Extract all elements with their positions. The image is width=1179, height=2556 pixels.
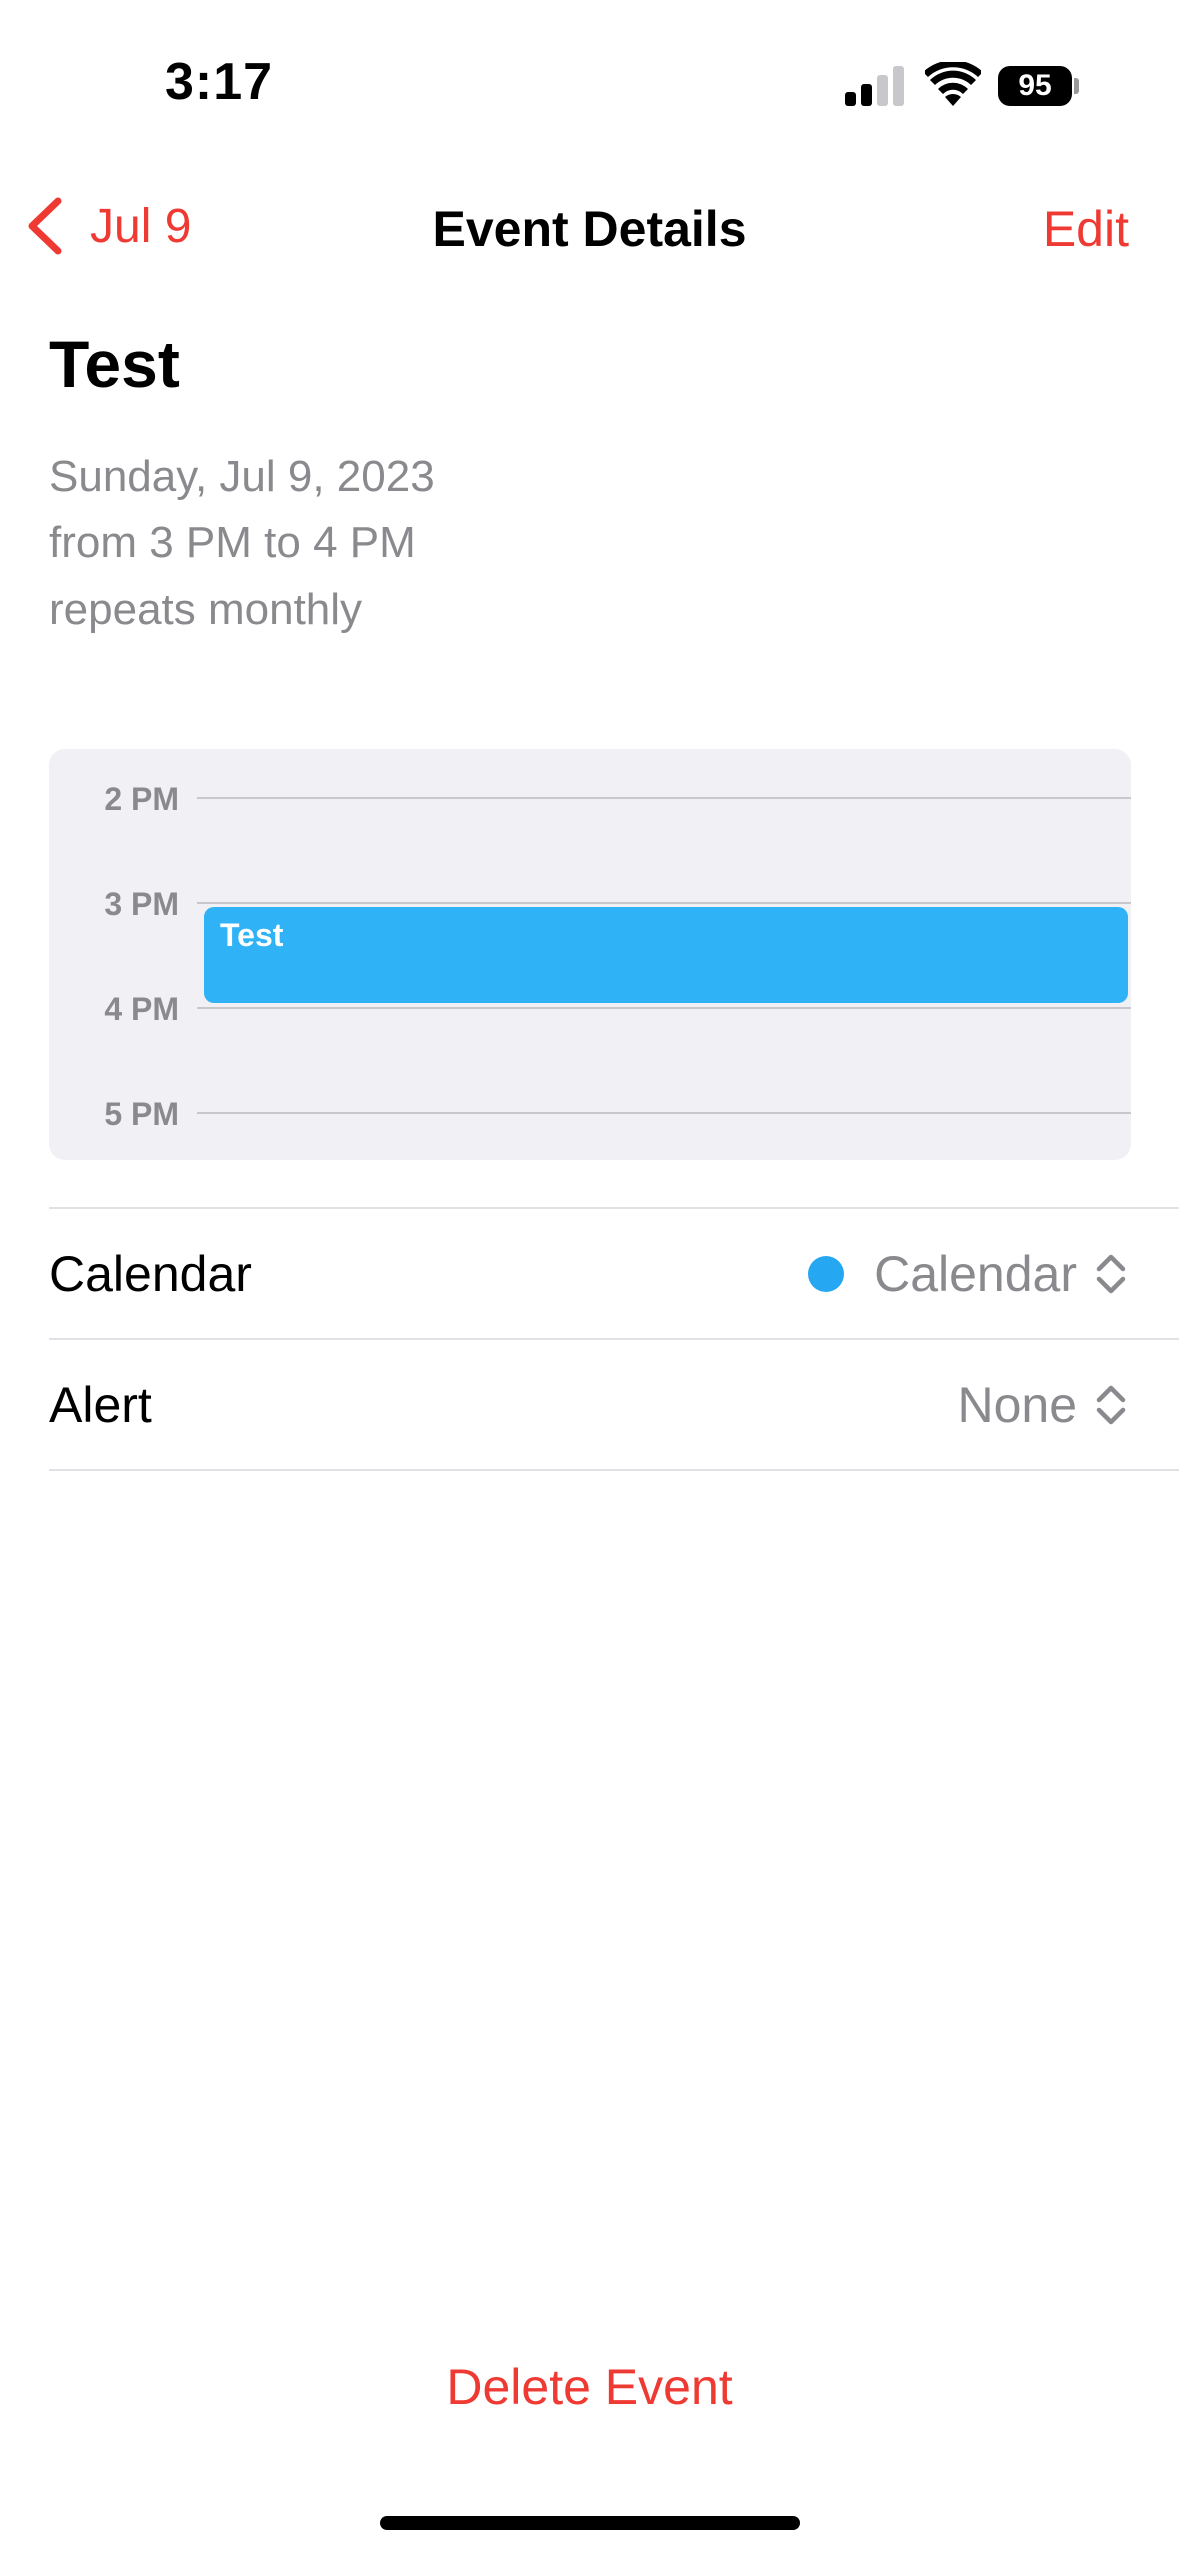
divider: [49, 1338, 1179, 1340]
wifi-icon: [925, 62, 981, 106]
hour-line: [197, 902, 1131, 904]
page-title: Event Details: [432, 201, 747, 257]
hour-line: [197, 1007, 1131, 1009]
hour-line: [197, 1112, 1131, 1114]
hour-label: 2 PM: [104, 781, 179, 817]
cellular-signal-icon: [845, 66, 904, 106]
event-date: Sunday, Jul 9, 2023: [49, 452, 435, 501]
edit-button[interactable]: Edit: [1043, 200, 1129, 258]
chevron-up-down-icon: [1096, 1254, 1126, 1294]
home-indicator[interactable]: [380, 2516, 800, 2530]
event-time-range: from 3 PM to 4 PM: [49, 518, 416, 567]
event-title: Test: [49, 327, 180, 401]
calendar-picker[interactable]: Calendar: [808, 1245, 1129, 1303]
divider: [49, 1207, 1179, 1209]
hour-label: 5 PM: [104, 1096, 179, 1132]
delete-event-button[interactable]: Delete Event: [0, 2358, 1179, 2416]
alert-value: None: [957, 1377, 1077, 1433]
hour-line: [197, 797, 1131, 799]
event-block[interactable]: Test: [204, 907, 1128, 1003]
battery-level: 95: [998, 66, 1072, 106]
chevron-up-down-icon: [1096, 1385, 1126, 1425]
status-time: 3:17: [165, 53, 274, 111]
calendar-color-dot: [808, 1256, 845, 1292]
alert-picker[interactable]: None: [957, 1376, 1129, 1434]
day-timeline-preview[interactable]: 2 PM 3 PM 4 PM 5 PM Test: [49, 749, 1131, 1160]
calendar-row-label: Calendar: [49, 1246, 252, 1302]
battery-icon: 95: [998, 66, 1080, 106]
divider: [49, 1469, 1179, 1471]
calendar-value: Calendar: [874, 1246, 1077, 1302]
alert-row-label: Alert: [49, 1377, 152, 1433]
hour-label: 3 PM: [104, 886, 179, 922]
event-block-label: Test: [220, 917, 284, 953]
hour-label: 4 PM: [104, 991, 179, 1027]
event-repeat: repeats monthly: [49, 585, 363, 634]
